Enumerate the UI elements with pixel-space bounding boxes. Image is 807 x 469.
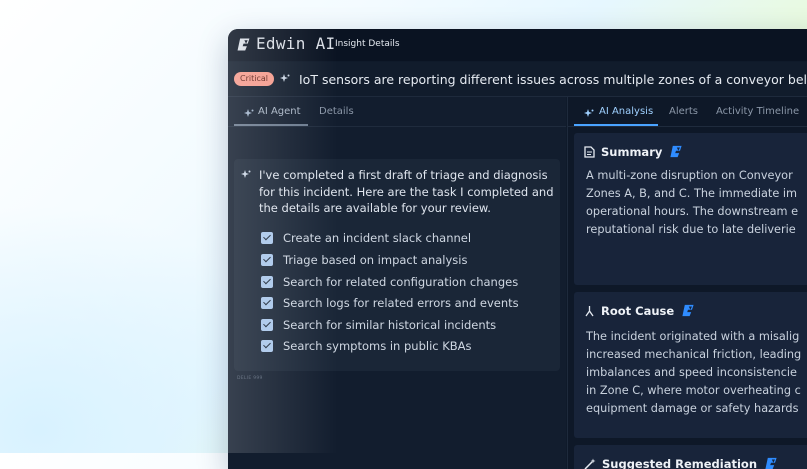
checkbox-checked-icon[interactable] bbox=[261, 254, 273, 266]
task-label: Search logs for related errors and event… bbox=[283, 296, 519, 310]
task-label: Create an incident slack channel bbox=[283, 231, 471, 245]
checkbox-checked-icon[interactable] bbox=[261, 276, 273, 288]
tab-ai-agent[interactable]: AI Agent bbox=[258, 106, 301, 117]
tab-alerts[interactable]: Alerts bbox=[669, 106, 698, 117]
root-cause-section: Root Cause The incident originated with … bbox=[574, 292, 807, 438]
task-label: Search for related configuration changes bbox=[283, 275, 518, 289]
sparkle-icon bbox=[244, 109, 254, 119]
summary-line: reputational risk due to late deliverie bbox=[586, 221, 807, 239]
ai-analysis-pane: AI Analysis Alerts Activity Timeline Sum… bbox=[567, 97, 807, 469]
task-item[interactable]: Search logs for related errors and event… bbox=[261, 296, 519, 310]
checkbox-checked-icon[interactable] bbox=[261, 297, 273, 309]
document-icon bbox=[584, 146, 595, 158]
summary-title: Summary bbox=[601, 145, 662, 159]
task-item[interactable]: Triage based on impact analysis bbox=[261, 253, 467, 267]
summary-line: A multi-zone disruption on Conveyor bbox=[586, 167, 807, 185]
root-cause-line: equipment damage or safety hazards bbox=[586, 400, 807, 418]
edwin-logo-icon bbox=[680, 302, 696, 319]
app-window: Edwin AI Insight Details Critical IoT se… bbox=[228, 29, 807, 469]
task-item[interactable]: Search for similar historical incidents bbox=[261, 318, 496, 332]
root-cause-text: The incident originated with a misalig i… bbox=[586, 328, 807, 418]
remediation-section: Suggested Remediation bbox=[574, 445, 807, 469]
sparkle-icon bbox=[584, 109, 594, 119]
checkbox-checked-icon[interactable] bbox=[261, 232, 273, 244]
edwin-logo-icon bbox=[763, 455, 779, 469]
root-cause-line: imbalances and speed inconsistencie bbox=[586, 364, 807, 382]
checkbox-checked-icon[interactable] bbox=[261, 340, 273, 352]
task-item[interactable]: Create an incident slack channel bbox=[261, 231, 471, 245]
ai-agent-pane: AI Agent Details I've completed a first … bbox=[228, 97, 566, 469]
incident-title: IoT sensors are reporting different issu… bbox=[299, 72, 807, 87]
remediation-header: Suggested Remediation bbox=[584, 455, 779, 469]
sparkle-icon bbox=[280, 74, 290, 84]
root-cause-title: Root Cause bbox=[601, 304, 674, 318]
app-name: Edwin AI bbox=[256, 34, 335, 53]
tabs-divider bbox=[568, 126, 807, 127]
remediation-title: Suggested Remediation bbox=[602, 457, 757, 469]
root-cause-header: Root Cause bbox=[584, 302, 696, 319]
summary-section: Summary A multi-zone disruption on Conve… bbox=[574, 133, 807, 285]
severity-badge: Critical bbox=[234, 72, 274, 86]
tabs-divider bbox=[228, 126, 566, 127]
task-item[interactable]: Search symptoms in public KBAs bbox=[261, 339, 472, 353]
magic-wand-icon bbox=[584, 458, 596, 469]
task-label: Triage based on impact analysis bbox=[283, 253, 467, 267]
incident-header: Critical IoT sensors are reporting diffe… bbox=[228, 62, 807, 97]
tab-details[interactable]: Details bbox=[319, 106, 354, 117]
summary-line: operational hours. The downstream e bbox=[586, 203, 807, 221]
root-cause-icon bbox=[584, 305, 595, 317]
summary-text: A multi-zone disruption on Conveyor Zone… bbox=[586, 167, 807, 239]
edwin-logo-icon bbox=[235, 36, 252, 53]
edwin-logo-icon bbox=[668, 143, 684, 160]
tab-activity-timeline[interactable]: Activity Timeline bbox=[716, 106, 799, 117]
task-item[interactable]: Search for related configuration changes bbox=[261, 275, 518, 289]
agent-message-card: I've completed a first draft of triage a… bbox=[234, 159, 560, 371]
root-cause-line: increased mechanical friction, leading bbox=[586, 346, 807, 364]
summary-header: Summary bbox=[584, 143, 684, 160]
task-label: Search symptoms in public KBAs bbox=[283, 339, 472, 353]
sparkle-icon bbox=[241, 170, 251, 180]
message-footer-label: DELIE 999 bbox=[237, 376, 263, 381]
tab-ai-analysis[interactable]: AI Analysis bbox=[599, 106, 653, 117]
root-cause-line: in Zone C, where motor overheating c bbox=[586, 382, 807, 400]
checkbox-checked-icon[interactable] bbox=[261, 319, 273, 331]
agent-message-text: I've completed a first draft of triage a… bbox=[259, 167, 554, 217]
task-label: Search for similar historical incidents bbox=[283, 318, 496, 332]
title-bar: Edwin AI Insight Details bbox=[228, 29, 807, 61]
window-title: Insight Details bbox=[335, 39, 400, 49]
root-cause-line: The incident originated with a misalig bbox=[586, 328, 807, 346]
summary-line: Zones A, B, and C. The immediate im bbox=[586, 185, 807, 203]
